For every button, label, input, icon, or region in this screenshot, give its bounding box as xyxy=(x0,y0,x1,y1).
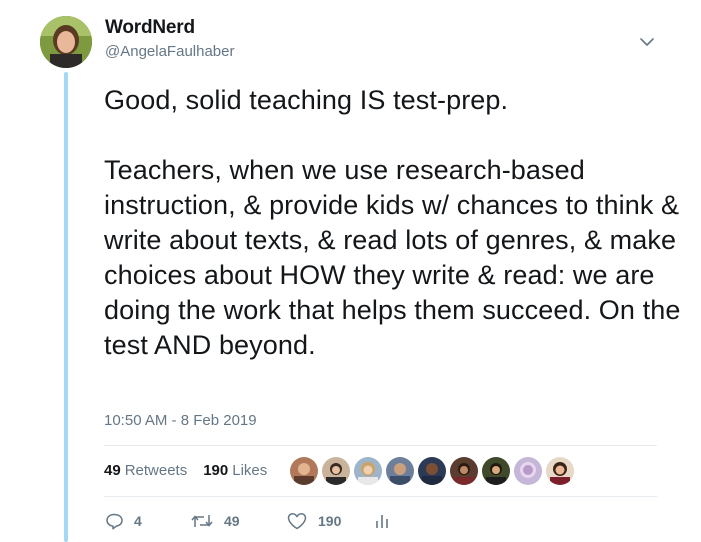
liker-avatar[interactable] xyxy=(322,457,350,485)
user-handle[interactable]: @AngelaFaulhaber xyxy=(105,43,234,60)
likes-count: 190 xyxy=(203,462,229,479)
retweet-count: 49 xyxy=(224,513,240,529)
retweet-icon xyxy=(190,511,214,531)
tweet-actions: 4 49 190 xyxy=(104,511,390,531)
liker-avatar[interactable] xyxy=(290,457,318,485)
divider xyxy=(104,445,657,446)
liker-avatar[interactable] xyxy=(514,457,542,485)
analytics-icon xyxy=(374,511,390,531)
like-count: 190 xyxy=(318,513,342,529)
analytics-button[interactable] xyxy=(374,511,390,531)
liker-avatar[interactable] xyxy=(546,457,574,485)
liker-avatar[interactable] xyxy=(418,457,446,485)
reply-button[interactable]: 4 xyxy=(104,511,190,531)
likes-stat[interactable]: 190 Likes xyxy=(203,462,267,479)
thread-line xyxy=(64,72,68,542)
liker-avatars xyxy=(290,457,578,485)
heart-icon xyxy=(286,511,308,531)
reply-icon xyxy=(104,511,124,531)
like-button[interactable]: 190 xyxy=(286,511,374,531)
liker-avatar[interactable] xyxy=(386,457,414,485)
tweet-card: WordNerd @AngelaFaulhaber Good, solid te… xyxy=(0,0,701,542)
likes-label: Likes xyxy=(232,462,268,479)
chevron-down-icon[interactable] xyxy=(638,33,656,51)
avatar[interactable] xyxy=(40,16,92,68)
divider xyxy=(104,496,657,497)
display-name[interactable]: WordNerd xyxy=(105,17,195,39)
liker-avatar[interactable] xyxy=(450,457,478,485)
tweet-timestamp[interactable]: 10:50 AM - 8 Feb 2019 xyxy=(104,412,257,429)
tweet-text: Good, solid teaching IS test-prep. Teach… xyxy=(104,85,681,360)
reply-count: 4 xyxy=(134,513,142,529)
liker-avatar[interactable] xyxy=(482,457,510,485)
retweets-stat[interactable]: 49 Retweets xyxy=(104,462,187,479)
retweets-count: 49 xyxy=(104,462,121,479)
retweet-button[interactable]: 49 xyxy=(190,511,286,531)
liker-avatar[interactable] xyxy=(354,457,382,485)
retweets-label: Retweets xyxy=(124,462,188,479)
engagement-stats: 49 Retweets 190 Likes xyxy=(104,462,283,479)
